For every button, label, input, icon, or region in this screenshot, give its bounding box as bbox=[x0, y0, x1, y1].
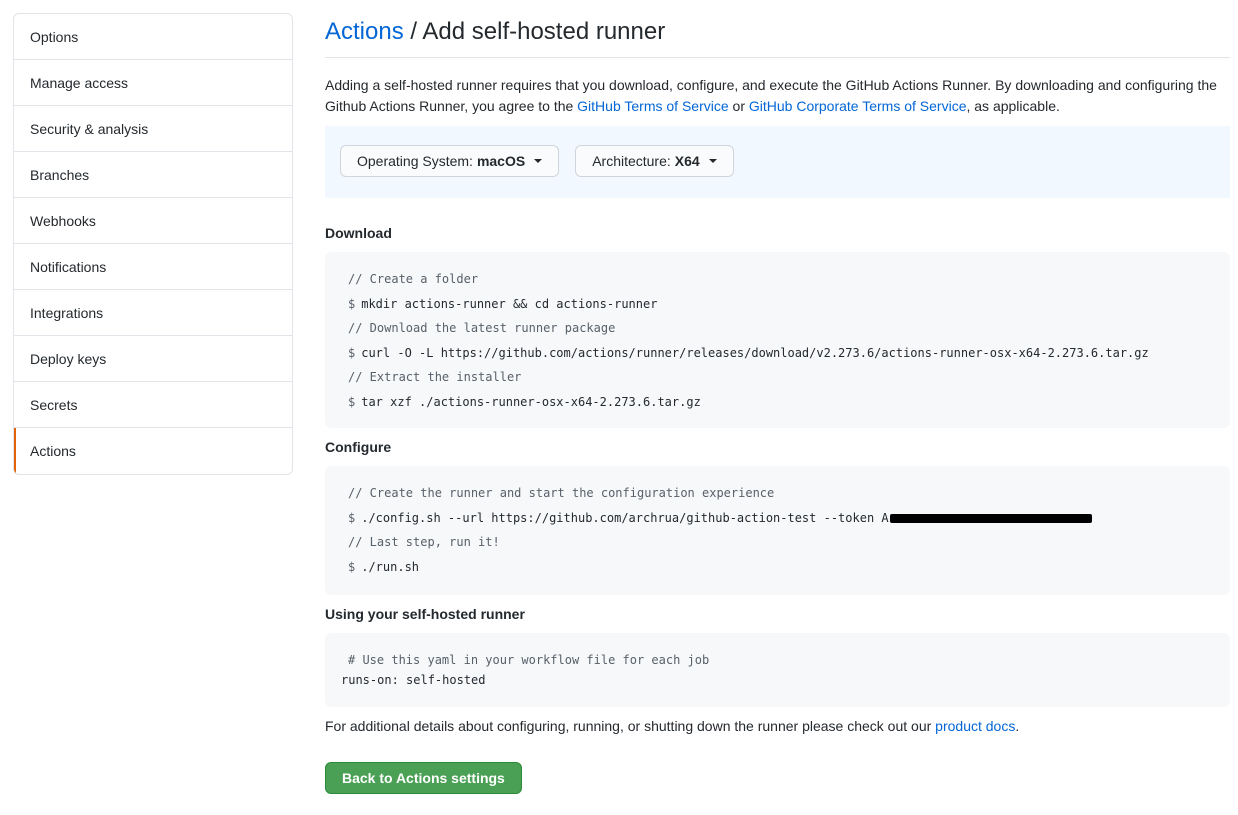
breadcrumb-actions-link[interactable]: Actions bbox=[325, 18, 404, 45]
command-text: curl -O -L https://github.com/actions/ru… bbox=[361, 345, 1149, 360]
settings-sidebar: Options Manage access Security & analysi… bbox=[13, 13, 293, 475]
yaml-code-block: # Use this yaml in your workflow file fo… bbox=[325, 633, 1230, 707]
page-title: Actions / Add self-hosted runner bbox=[325, 17, 1230, 58]
sidebar-item-security-analysis[interactable]: Security & analysis bbox=[14, 106, 292, 152]
code-comment: // Last step, run it! bbox=[348, 535, 500, 549]
page-title-text: Add self-hosted runner bbox=[422, 18, 666, 45]
code-command: $ ./run.sh bbox=[348, 555, 1207, 580]
shell-prompt: $ bbox=[348, 394, 356, 409]
sidebar-item-webhooks[interactable]: Webhooks bbox=[14, 198, 292, 244]
configure-section-title: Configure bbox=[325, 439, 392, 455]
code-comment: // Download the latest runner package bbox=[348, 321, 616, 335]
shell-prompt: $ bbox=[348, 559, 356, 574]
architecture-dropdown[interactable]: Architecture: X64 bbox=[575, 145, 734, 177]
shell-prompt: $ bbox=[348, 296, 356, 311]
sidebar-item-actions[interactable]: Actions bbox=[14, 428, 292, 474]
code-comment: // Extract the installer bbox=[348, 370, 522, 384]
sidebar-item-deploy-keys[interactable]: Deploy keys bbox=[14, 336, 292, 382]
os-value: macOS bbox=[476, 153, 526, 169]
code-command: $ ./config.sh --url https://github.com/ar… bbox=[348, 506, 1207, 531]
sidebar-item-integrations[interactable]: Integrations bbox=[14, 290, 292, 336]
redaction-bar bbox=[889, 513, 1092, 523]
shell-prompt: $ bbox=[348, 345, 356, 360]
intro-paragraph: Adding a self-hosted runner requires tha… bbox=[325, 75, 1230, 117]
arch-label: Architecture: bbox=[592, 153, 671, 169]
chevron-down-icon bbox=[708, 159, 717, 163]
sidebar-item-secrets[interactable]: Secrets bbox=[14, 382, 292, 428]
yaml-line: runs-on: self-hosted bbox=[341, 673, 486, 687]
code-comment: // Create the runner and start the confi… bbox=[348, 486, 775, 500]
back-to-actions-settings-button[interactable]: Back to Actions settings bbox=[325, 762, 522, 794]
config-command-text: ./config.sh --url https://github.com/arc… bbox=[361, 510, 882, 525]
corporate-terms-link[interactable]: GitHub Corporate Terms of Service bbox=[749, 98, 967, 114]
chevron-down-icon bbox=[534, 159, 543, 163]
code-command: $ curl -O -L https://github.com/actions/r… bbox=[348, 341, 1207, 366]
code-command: $ mkdir actions-runner && cd actions-runn… bbox=[348, 292, 1207, 317]
operating-system-dropdown[interactable]: Operating System: macOS bbox=[340, 145, 560, 177]
shell-prompt: $ bbox=[348, 510, 356, 525]
sidebar-item-notifications[interactable]: Notifications bbox=[14, 244, 292, 290]
command-text: mkdir actions-runner && cd actions-runne… bbox=[361, 296, 658, 311]
sidebar-item-options[interactable]: Options bbox=[14, 14, 292, 60]
arch-value: X64 bbox=[674, 153, 700, 169]
docs-suffix: . bbox=[1015, 718, 1020, 734]
sidebar-item-branches[interactable]: Branches bbox=[14, 152, 292, 198]
platform-selector-box: Operating System: macOS Architecture: X64 bbox=[325, 126, 1230, 198]
download-code-block: // Create a folder $ mkdir actions-runner… bbox=[325, 252, 1230, 428]
intro-text-2: or bbox=[728, 98, 749, 114]
using-runner-section-title: Using your self-hosted runner bbox=[325, 606, 525, 622]
terms-of-service-link[interactable]: GitHub Terms of Service bbox=[577, 98, 728, 114]
breadcrumb-separator: / bbox=[403, 18, 423, 45]
download-section-title: Download bbox=[325, 225, 392, 241]
os-label: Operating System: bbox=[357, 153, 473, 169]
token-first-char: A bbox=[881, 510, 889, 525]
redacted-token: A bbox=[881, 506, 1092, 531]
intro-text-3: , as applicable. bbox=[966, 98, 1060, 114]
sidebar-item-manage-access[interactable]: Manage access bbox=[14, 60, 292, 106]
code-command: $ tar xzf ./actions-runner-osx-x64-2.273.… bbox=[348, 390, 1207, 415]
code-comment: // Create a folder bbox=[348, 272, 479, 286]
docs-paragraph: For additional details about configuring… bbox=[325, 716, 1230, 737]
product-docs-link[interactable]: product docs bbox=[935, 718, 1015, 734]
yaml-comment: # Use this yaml in your workflow file fo… bbox=[348, 653, 710, 667]
run-command-text: ./run.sh bbox=[361, 559, 420, 574]
docs-text: For additional details about configuring… bbox=[325, 718, 936, 734]
main-content: Actions / Add self-hosted runner Adding … bbox=[325, 0, 1230, 794]
command-text: tar xzf ./actions-runner-osx-x64-2.273.6… bbox=[361, 394, 701, 409]
configure-code-block: // Create the runner and start the confi… bbox=[325, 466, 1230, 595]
